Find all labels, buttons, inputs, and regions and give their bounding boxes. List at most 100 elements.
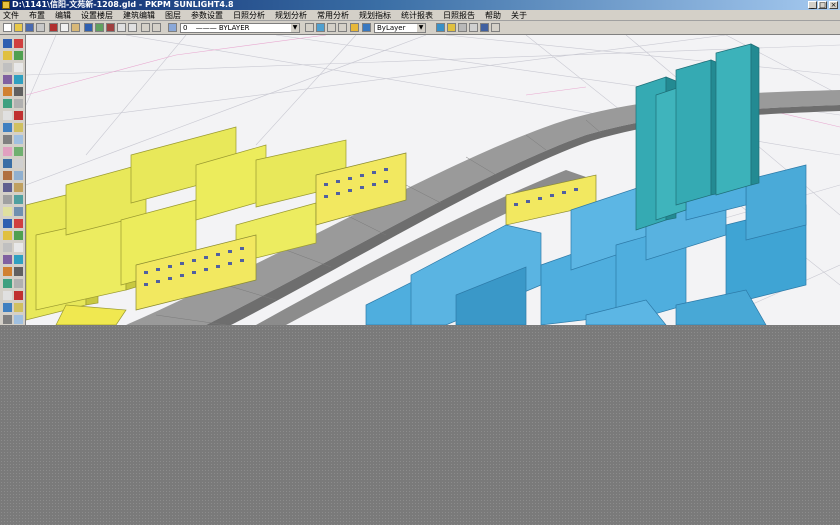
list-icon[interactable] <box>469 23 478 32</box>
open-icon[interactable] <box>14 23 23 32</box>
cut-icon[interactable] <box>49 23 58 32</box>
scene-canvas[interactable] <box>26 35 840 325</box>
menu-planning-analysis[interactable]: 规划分析 <box>275 10 307 21</box>
menu-reports[interactable]: 统计报表 <box>401 10 433 21</box>
chevron-down-icon[interactable]: ▼ <box>291 24 299 32</box>
color-icon[interactable] <box>350 23 359 32</box>
palette-tool-icon[interactable] <box>14 147 23 156</box>
palette-tool-icon[interactable] <box>3 243 12 252</box>
palette-tool-icon[interactable] <box>14 279 23 288</box>
tower-t3 <box>675 59 712 206</box>
palette-tool-icon[interactable] <box>3 87 12 96</box>
new-icon[interactable] <box>3 23 12 32</box>
palette-tool-icon[interactable] <box>3 195 12 204</box>
palette-tool-icon[interactable] <box>14 159 23 168</box>
print-icon[interactable] <box>36 23 45 32</box>
palette-tool-icon[interactable] <box>3 159 12 168</box>
palette-tool-icon[interactable] <box>14 99 23 108</box>
menu-layers[interactable]: 图层 <box>165 10 181 21</box>
regen-icon[interactable] <box>141 23 150 32</box>
query-icon[interactable] <box>436 23 445 32</box>
menu-edit[interactable]: 编辑 <box>55 10 71 21</box>
palette-tool-icon[interactable] <box>3 291 12 300</box>
lineweight-icon[interactable] <box>316 23 325 32</box>
palette-tool-icon[interactable] <box>14 231 23 240</box>
layer-combo[interactable]: 0 ——— BYLAYER ▼ <box>180 23 300 33</box>
minimize-button[interactable]: _ <box>808 1 817 9</box>
palette-tool-icon[interactable] <box>3 63 12 72</box>
palette-tool-icon[interactable] <box>14 135 23 144</box>
help-icon[interactable] <box>491 23 500 32</box>
measure-icon[interactable] <box>447 23 456 32</box>
palette-tool-icon[interactable] <box>14 315 23 324</box>
menu-about[interactable]: 关于 <box>511 10 527 21</box>
menu-floors[interactable]: 设置楼层 <box>81 10 113 21</box>
chevron-down-icon[interactable]: ▼ <box>417 24 425 32</box>
palette-tool-icon[interactable] <box>3 123 12 132</box>
palette-tool-icon[interactable] <box>3 279 12 288</box>
redo-icon[interactable] <box>128 23 137 32</box>
palette-tool-icon[interactable] <box>14 291 23 300</box>
palette-tool-icon[interactable] <box>3 255 12 264</box>
palette-tool-icon[interactable] <box>3 75 12 84</box>
3d-viewport[interactable] <box>26 35 840 325</box>
palette-tool-icon[interactable] <box>14 195 23 204</box>
palette-tool-icon[interactable] <box>3 147 12 156</box>
maximize-button[interactable]: □ <box>818 1 827 9</box>
menu-sunlight-analysis[interactable]: 日照分析 <box>233 10 265 21</box>
palette-tool-icon[interactable] <box>14 171 23 180</box>
palette-tool-icon[interactable] <box>3 207 12 216</box>
palette-tool-icon[interactable] <box>14 87 23 96</box>
palette-tool-icon[interactable] <box>3 39 12 48</box>
properties-icon[interactable] <box>338 23 347 32</box>
calculator-icon[interactable] <box>480 23 489 32</box>
menu-help[interactable]: 帮助 <box>485 10 501 21</box>
close-button[interactable]: × <box>829 1 838 9</box>
palette-tool-icon[interactable] <box>14 63 23 72</box>
menu-file[interactable]: 文件 <box>3 10 19 21</box>
palette-tool-icon[interactable] <box>3 315 12 324</box>
refresh-icon[interactable] <box>152 23 161 32</box>
palette-tool-icon[interactable] <box>3 183 12 192</box>
color-combo[interactable]: ByLayer ▼ <box>374 23 426 33</box>
palette-tool-icon[interactable] <box>14 219 23 228</box>
linetype-icon[interactable] <box>305 23 314 32</box>
palette-tool-icon[interactable] <box>14 75 23 84</box>
paste-icon[interactable] <box>71 23 80 32</box>
menu-planning-index[interactable]: 规划指标 <box>359 10 391 21</box>
palette-tool-icon[interactable] <box>3 231 12 240</box>
area-icon[interactable] <box>458 23 467 32</box>
save-icon[interactable] <box>25 23 34 32</box>
display-icon[interactable] <box>362 23 371 32</box>
rotate-icon[interactable] <box>106 23 115 32</box>
palette-tool-icon[interactable] <box>14 267 23 276</box>
palette-tool-icon[interactable] <box>3 99 12 108</box>
menu-building-edit[interactable]: 建筑编辑 <box>123 10 155 21</box>
layer-manager-icon[interactable] <box>168 23 177 32</box>
palette-tool-icon[interactable] <box>3 51 12 60</box>
undo-icon[interactable] <box>117 23 126 32</box>
palette-tool-icon[interactable] <box>14 303 23 312</box>
palette-tool-icon[interactable] <box>14 255 23 264</box>
palette-tool-icon[interactable] <box>3 267 12 276</box>
palette-tool-icon[interactable] <box>14 207 23 216</box>
palette-tool-icon[interactable] <box>3 303 12 312</box>
palette-tool-icon[interactable] <box>14 183 23 192</box>
menu-sunlight-report[interactable]: 日照报告 <box>443 10 475 21</box>
copy-icon[interactable] <box>60 23 69 32</box>
pan-icon[interactable] <box>95 23 104 32</box>
palette-tool-icon[interactable] <box>14 111 23 120</box>
palette-tool-icon[interactable] <box>14 39 23 48</box>
palette-tool-icon[interactable] <box>3 135 12 144</box>
palette-tool-icon[interactable] <box>14 51 23 60</box>
menu-layout[interactable]: 布置 <box>29 10 45 21</box>
match-icon[interactable] <box>327 23 336 32</box>
menu-parameters[interactable]: 参数设置 <box>191 10 223 21</box>
palette-tool-icon[interactable] <box>3 219 12 228</box>
palette-tool-icon[interactable] <box>3 111 12 120</box>
palette-tool-icon[interactable] <box>3 171 12 180</box>
palette-tool-icon[interactable] <box>14 123 23 132</box>
menu-common-analysis[interactable]: 常用分析 <box>317 10 349 21</box>
zoom-icon[interactable] <box>84 23 93 32</box>
palette-tool-icon[interactable] <box>14 243 23 252</box>
